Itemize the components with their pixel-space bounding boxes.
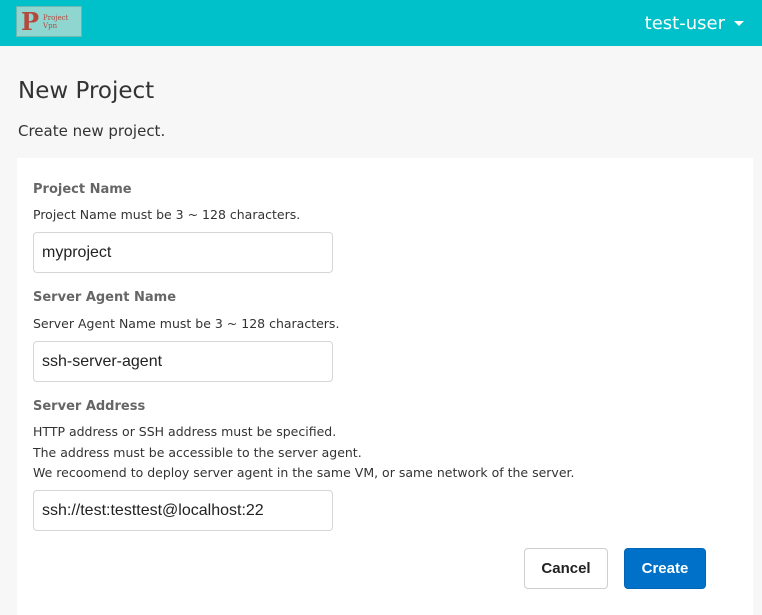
- cancel-button[interactable]: Cancel: [524, 548, 608, 589]
- logo-line-1: Project: [43, 13, 69, 22]
- logo-line-2: Vpn: [43, 21, 58, 30]
- app-logo[interactable]: P Project Vpn: [16, 6, 82, 37]
- top-navbar: P Project Vpn test-user: [0, 0, 762, 46]
- page-subtitle: Create new project.: [18, 122, 166, 140]
- chevron-down-icon[interactable]: [734, 20, 744, 26]
- server-address-help-3: We recoomend to deploy server agent in t…: [33, 465, 575, 480]
- page-title: New Project: [18, 78, 155, 104]
- server-address-input[interactable]: [33, 490, 333, 531]
- server-agent-name-label: Server Agent Name: [33, 290, 177, 305]
- server-address-label: Server Address: [33, 399, 146, 414]
- project-name-label: Project Name: [33, 182, 132, 197]
- project-name-help: Project Name must be 3 ~ 128 characters.: [33, 207, 301, 222]
- logo-text: Project Vpn: [43, 14, 68, 30]
- project-name-input[interactable]: [33, 232, 333, 273]
- server-address-help-2: The address must be accessible to the se…: [33, 445, 362, 460]
- create-button[interactable]: Create: [624, 548, 706, 589]
- new-project-form: Project Name Project Name must be 3 ~ 12…: [17, 158, 753, 615]
- user-name[interactable]: test-user: [645, 13, 725, 34]
- logo-letter: P: [21, 6, 40, 36]
- server-address-help-1: HTTP address or SSH address must be spec…: [33, 424, 337, 439]
- user-menu[interactable]: test-user: [645, 0, 744, 46]
- server-agent-name-help: Server Agent Name must be 3 ~ 128 charac…: [33, 316, 340, 331]
- server-agent-name-input[interactable]: [33, 341, 333, 382]
